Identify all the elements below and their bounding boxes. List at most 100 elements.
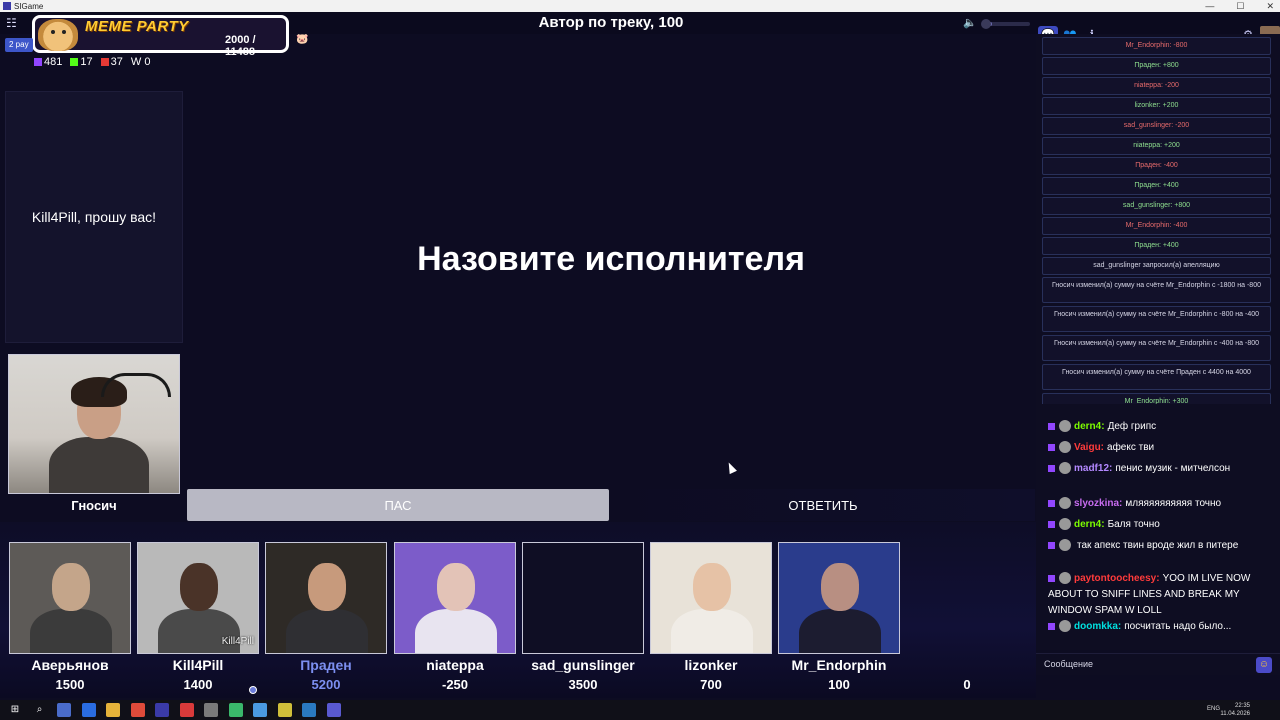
log-entry: Mr_Endorphin: -400 bbox=[1042, 217, 1271, 235]
answer-button[interactable]: ОТВЕТИТЬ bbox=[611, 489, 1035, 521]
taskbar-language[interactable]: ENG bbox=[1207, 706, 1220, 712]
player-card[interactable]: lizonker 700 bbox=[650, 542, 772, 696]
player-name: niateppa bbox=[426, 657, 484, 673]
presenter-camera bbox=[8, 354, 180, 494]
chat-username[interactable]: slyozkina: bbox=[1074, 498, 1122, 509]
player-torso bbox=[671, 609, 753, 653]
chat-feed[interactable]: dern4: Деф грипс Vaigu: афекс тви madf12: пен… bbox=[1036, 404, 1280, 650]
player-camera: Kill4Pill bbox=[137, 542, 259, 654]
folder-icon[interactable] bbox=[106, 703, 120, 717]
chat-username[interactable]: Vaigu: bbox=[1074, 442, 1104, 453]
smile-icon[interactable]: ☺ bbox=[1256, 657, 1272, 673]
taskbar-time: 22:35 bbox=[1234, 703, 1250, 709]
twitch-icon bbox=[1048, 622, 1055, 630]
app-icon[interactable] bbox=[253, 703, 267, 717]
player-camera bbox=[522, 542, 644, 654]
player-card[interactable]: niateppa -250 bbox=[394, 542, 516, 696]
windows-icon[interactable]: ⊞ bbox=[8, 703, 22, 717]
chat-stat: 481 bbox=[34, 56, 62, 68]
log-entry: lizonker: +200 bbox=[1042, 97, 1271, 115]
player-score: 700 bbox=[700, 677, 722, 692]
log-entry: Праден: +400 bbox=[1042, 177, 1271, 195]
twitch-icon bbox=[1048, 499, 1055, 507]
player-card[interactable]: sad_gunslinger 3500 bbox=[522, 542, 644, 696]
player-card[interactable]: Mr_Endorphin 100 bbox=[778, 542, 900, 696]
player-face bbox=[437, 563, 475, 611]
speaker-icon[interactable]: 🔈 bbox=[963, 16, 977, 29]
chat-username[interactable]: dern4: bbox=[1074, 519, 1105, 530]
log-entry: niateppa: -200 bbox=[1042, 77, 1271, 95]
app-root: SIGame — ☐ ✕ ☷ Автор по треку, 100 🔈 MEM… bbox=[0, 0, 1280, 720]
close-button[interactable]: ✕ bbox=[1266, 1, 1274, 12]
pig-icon: 🐷 bbox=[296, 34, 309, 45]
window-controls: — ☐ ✕ bbox=[1205, 0, 1274, 12]
log-entry: sad_gunslinger запросил(а) апелляцию bbox=[1042, 257, 1271, 275]
presenter-message: Kill4Pill, прошу вас! bbox=[31, 209, 157, 225]
steam-icon[interactable] bbox=[302, 703, 316, 717]
player-camera bbox=[265, 542, 387, 654]
avatar bbox=[1059, 441, 1071, 454]
mode-badge: 2 pay bbox=[5, 38, 33, 52]
player-card[interactable]: Kill4Pill Kill4Pill 1400 bbox=[137, 542, 259, 696]
player-camera bbox=[9, 542, 131, 654]
log-entry: Праден: +400 bbox=[1042, 237, 1271, 255]
volume-knob[interactable] bbox=[981, 19, 991, 29]
chat-message: dern4: Деф грипс bbox=[1048, 419, 1276, 435]
app-icon[interactable] bbox=[277, 703, 292, 717]
chat-text: афекс тви bbox=[1107, 442, 1155, 453]
chat-username[interactable]: doomkka: bbox=[1074, 621, 1121, 632]
live-stat: 37 bbox=[100, 56, 123, 68]
chat-text: так апекс твин вроде жил в питере bbox=[1077, 540, 1239, 551]
sidebar-tabs: 💬 👥 ℹ ⚙ bbox=[1036, 12, 1280, 44]
minimize-button[interactable]: — bbox=[1205, 1, 1214, 11]
twitch-icon bbox=[1048, 443, 1055, 451]
live-stat-value: 37 bbox=[110, 56, 123, 68]
chat-username[interactable]: madf12: bbox=[1074, 463, 1112, 474]
player-name: Праден bbox=[300, 657, 352, 673]
camera-label: Kill4Pill bbox=[221, 636, 254, 647]
game-log[interactable]: Mr_Endorphin: -800 Праден: +800 niateppa: … bbox=[1036, 34, 1280, 404]
log-entry: Гносич изменил(а) сумму на счёте Mr_Endo… bbox=[1042, 335, 1271, 361]
w-stat: W 0 bbox=[131, 56, 151, 68]
avatar bbox=[1059, 539, 1071, 552]
mouse-cursor bbox=[725, 460, 737, 475]
app-icon[interactable] bbox=[228, 703, 243, 717]
doge-icon bbox=[38, 19, 78, 51]
avatar bbox=[1059, 572, 1071, 585]
overlay-brand: MEME PARTY bbox=[85, 18, 189, 35]
twitch-icon bbox=[1048, 464, 1055, 472]
pass-button[interactable]: ПАС bbox=[187, 489, 609, 521]
sigame-icon[interactable] bbox=[155, 703, 169, 717]
player-card[interactable]: 0 bbox=[906, 542, 1028, 696]
chat-text: пенис музик - митчелсон bbox=[1115, 463, 1231, 474]
taskbar-clock[interactable]: 22:35 11.04.2026 bbox=[1220, 702, 1250, 718]
player-camera bbox=[394, 542, 516, 654]
search-icon[interactable]: ⌕ bbox=[33, 703, 47, 717]
presenter-body bbox=[49, 437, 149, 493]
maximize-button[interactable]: ☐ bbox=[1236, 1, 1244, 12]
player-card[interactable]: Праден 5200 bbox=[265, 542, 387, 696]
chat-message: doomkka: посчитать надо было... bbox=[1048, 619, 1276, 635]
chrome-icon[interactable] bbox=[130, 703, 145, 717]
presenter-message-panel: Kill4Pill, прошу вас! bbox=[5, 91, 183, 343]
chat-username[interactable]: dern4: bbox=[1074, 421, 1105, 432]
app-icon[interactable] bbox=[204, 703, 218, 717]
avatar bbox=[1059, 462, 1071, 475]
message-input[interactable]: Сообщение ☺ bbox=[1036, 653, 1280, 675]
window-title: SIGame bbox=[14, 1, 44, 11]
player-torso bbox=[158, 609, 240, 653]
message-placeholder: Сообщение bbox=[1044, 659, 1093, 669]
media-icon[interactable] bbox=[81, 703, 96, 717]
chat-username[interactable]: paytontoocheesy: bbox=[1074, 573, 1160, 584]
avatar bbox=[1059, 620, 1071, 633]
taskview-icon[interactable] bbox=[57, 703, 71, 717]
sigame-icon[interactable] bbox=[326, 703, 341, 717]
player-score: 100 bbox=[828, 677, 850, 692]
player-score: 0 bbox=[963, 677, 971, 692]
opera-icon[interactable] bbox=[179, 703, 194, 717]
avatar bbox=[1059, 497, 1071, 510]
w-stat-value: 0 bbox=[144, 56, 151, 68]
player-card[interactable]: Аверьянов 1500 bbox=[9, 542, 131, 696]
player-name: Mr_Endorphin bbox=[791, 657, 887, 673]
presenter-name: Гносич bbox=[71, 498, 117, 513]
